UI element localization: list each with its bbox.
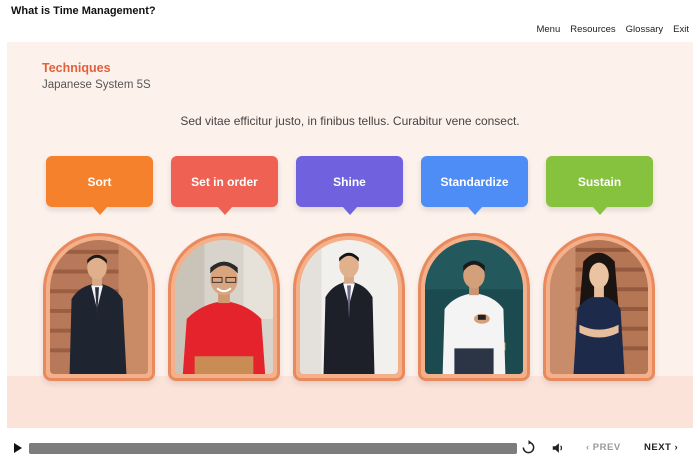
step-bubble-shine[interactable]: Shine (296, 156, 403, 215)
nav-menu[interactable]: Menu (536, 24, 560, 35)
person-image (300, 240, 398, 374)
step-bubble-sort[interactable]: Sort (46, 156, 153, 215)
portrait-shine[interactable] (293, 233, 405, 381)
play-icon[interactable] (14, 443, 22, 453)
portrait-photo (50, 240, 148, 374)
top-nav: Menu Resources Glossary Exit (536, 24, 689, 35)
nav-exit[interactable]: Exit (673, 24, 689, 35)
portrait-set-in-order[interactable] (168, 233, 280, 381)
player-controls: ‹ PREV NEXT › (0, 434, 700, 464)
portrait-photo (300, 240, 398, 374)
portrait-photo (550, 240, 648, 374)
step-bubble-standardize[interactable]: Standardize (421, 156, 528, 215)
nav-glossary[interactable]: Glossary (626, 24, 663, 35)
nav-resources[interactable]: Resources (570, 24, 615, 35)
prev-button[interactable]: ‹ PREV (586, 442, 621, 453)
section-title: Techniques (42, 61, 111, 75)
course-title: What is Time Management? (11, 5, 156, 17)
portrait-sustain[interactable] (543, 233, 655, 381)
person-image (550, 240, 648, 374)
intro-text: Sed vitae efficitur justo, in finibus te… (180, 114, 520, 128)
person-image (50, 240, 148, 374)
section-subtitle: Japanese System 5S (42, 79, 151, 91)
person-image (175, 240, 273, 374)
slide-canvas: Techniques Japanese System 5S Sed vitae … (7, 42, 693, 428)
person-image (425, 240, 523, 374)
progress-bar[interactable] (29, 443, 517, 454)
portrait-photo (425, 240, 523, 374)
portrait-sort[interactable] (43, 233, 155, 381)
next-button[interactable]: NEXT › (644, 442, 678, 453)
portrait-standardize[interactable] (418, 233, 530, 381)
volume-icon[interactable] (551, 441, 565, 455)
floor-band (7, 376, 693, 428)
step-bubble-set-in-order[interactable]: Set in order (171, 156, 278, 215)
portrait-photo (175, 240, 273, 374)
progress-fill (29, 443, 517, 454)
step-bubble-sustain[interactable]: Sustain (546, 156, 653, 215)
replay-icon[interactable] (521, 440, 536, 455)
